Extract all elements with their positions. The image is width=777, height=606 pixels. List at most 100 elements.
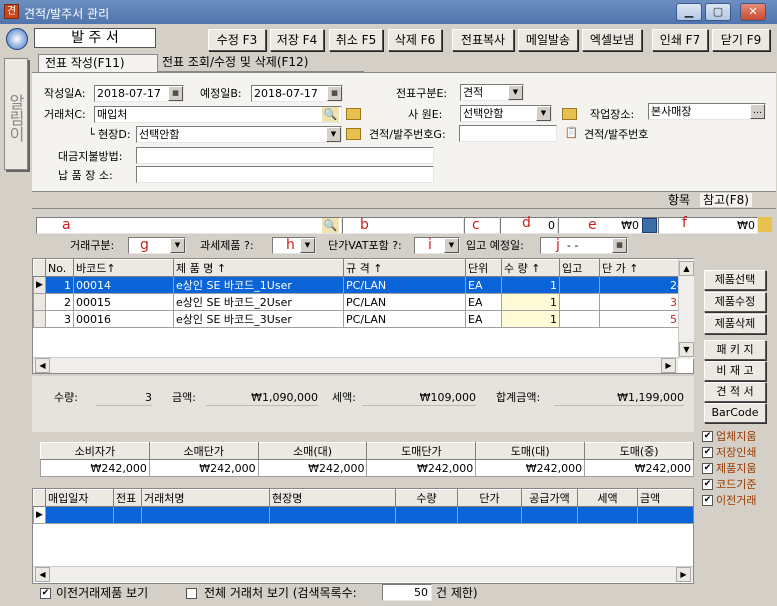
type-select[interactable]: 견적 ▼	[460, 84, 524, 101]
cell[interactable]: e상인 SE 바코드_3User	[173, 310, 344, 328]
folder-icon[interactable]	[562, 108, 577, 120]
column-header[interactable]: 제 품 명 ↑	[173, 259, 344, 277]
column-header[interactable]: 입고	[559, 259, 600, 277]
chevron-up-icon[interactable]: ▲	[679, 261, 694, 276]
table-row[interactable]: ▶	[33, 506, 693, 524]
column-header[interactable]: 현장명	[269, 489, 396, 507]
print-button[interactable]: 인쇄 F7	[652, 29, 708, 51]
checkbox-prev-trade[interactable]: ✔	[702, 495, 713, 506]
folder-icon[interactable]	[346, 128, 361, 140]
delete-button[interactable]: 삭제 F6	[388, 29, 442, 51]
delete-product-button[interactable]: 제품삭제	[704, 314, 766, 334]
site-select[interactable]: 선택안함 ▼	[136, 126, 342, 143]
package-button[interactable]: 패 키 지	[704, 340, 766, 360]
estimate-no-button[interactable]: 견적/발주번호	[584, 128, 648, 142]
checkbox-all-customers[interactable]	[186, 588, 197, 599]
non-stock-button[interactable]: 비 재 고	[704, 361, 766, 381]
cell[interactable]	[577, 506, 638, 524]
items-vertical-scrollbar[interactable]: ▲ ▼	[678, 259, 694, 359]
calendar-icon[interactable]: ▦	[612, 238, 627, 253]
chevron-down-icon[interactable]: ▼	[508, 85, 523, 100]
tab-reference[interactable]: 참고(F8)	[700, 193, 752, 207]
cell[interactable]: EA	[465, 276, 502, 294]
chevron-left-icon[interactable]: ◀	[35, 358, 50, 373]
edit-product-button[interactable]: 제품수정	[704, 292, 766, 312]
cell[interactable]	[141, 506, 270, 524]
cell[interactable]: PC/LAN	[343, 276, 466, 294]
export-excel-button[interactable]: 엑셀보냄	[582, 29, 642, 51]
cell[interactable]	[269, 506, 396, 524]
chevron-right-icon[interactable]: ▶	[676, 567, 691, 582]
cell[interactable]: 00015	[73, 293, 174, 311]
search-count-field[interactable]: 50	[382, 584, 432, 601]
cell[interactable]: PC/LAN	[343, 293, 466, 311]
entry-barcode-field[interactable]	[36, 217, 342, 234]
staff-select[interactable]: 선택안함 ▼	[460, 105, 552, 122]
chevron-left-icon[interactable]: ◀	[35, 567, 50, 582]
column-header[interactable]: 매입일자	[45, 489, 114, 507]
entry-amount-field[interactable]: ₩0	[658, 217, 758, 234]
workplace-field[interactable]: 본사매장…	[648, 103, 766, 120]
column-header[interactable]: 수 량 ↑	[501, 259, 560, 277]
chevron-down-icon[interactable]: ▼	[444, 238, 459, 253]
chevron-down-icon[interactable]: ▼	[170, 238, 185, 253]
minimize-button[interactable]: ▁	[676, 3, 702, 21]
column-header[interactable]: 단위	[465, 259, 502, 277]
cell[interactable]	[45, 506, 114, 524]
column-header[interactable]: 공급가액	[521, 489, 578, 507]
close-button[interactable]: 닫기 F9	[712, 29, 770, 51]
delivery-field[interactable]	[136, 166, 434, 183]
column-header[interactable]: 거래처명	[141, 489, 270, 507]
table-row[interactable]: 2 00015 e상인 SE 바코드_2User PC/LAN EA 1 385	[33, 293, 693, 311]
date-field[interactable]: 2018-07-17 ▦	[94, 85, 184, 102]
cell[interactable]: 2	[45, 293, 74, 311]
cell[interactable]: EA	[465, 310, 502, 328]
cancel-button[interactable]: 취소 F5	[329, 29, 383, 51]
customer-field[interactable]: 매입처	[94, 106, 342, 123]
checkbox-save-print[interactable]: ✔	[702, 447, 713, 458]
table-row[interactable]: ▶ 1 00014 e상인 SE 바코드_1User PC/LAN EA 1 2…	[33, 276, 693, 294]
folder-icon[interactable]	[758, 217, 772, 232]
column-header[interactable]: No.	[45, 259, 74, 277]
entry-price-field[interactable]: ₩0	[558, 217, 658, 234]
tab-write-slip[interactable]: 전표 작성(F11)	[38, 54, 158, 72]
calendar-icon[interactable]: ▦	[327, 86, 342, 101]
column-header[interactable]: 수량	[395, 489, 458, 507]
chevron-right-icon[interactable]: ▶	[661, 358, 676, 373]
checkbox-clear-vendor[interactable]: ✔	[702, 431, 713, 442]
cell[interactable]	[559, 310, 600, 328]
checkbox-clear-product[interactable]: ✔	[702, 463, 713, 474]
entry-unit-field[interactable]	[464, 217, 500, 234]
cell[interactable]: e상인 SE 바코드_2User	[173, 293, 344, 311]
save-button[interactable]: 저장 F4	[270, 29, 324, 51]
copy-slip-button[interactable]: 전표복사	[452, 29, 514, 51]
checkbox-code-base[interactable]: ✔	[702, 479, 713, 490]
chevron-down-icon[interactable]: ▼	[300, 238, 315, 253]
cell[interactable]: 00016	[73, 310, 174, 328]
barcode-button[interactable]: BarCode	[704, 403, 766, 423]
cell[interactable]	[395, 506, 458, 524]
estimate-no-field[interactable]	[459, 125, 557, 142]
column-header[interactable]: 금액	[637, 489, 693, 507]
folder-icon[interactable]	[346, 108, 361, 120]
cell[interactable]: PC/LAN	[343, 310, 466, 328]
in-date-field[interactable]: - - ▦	[540, 237, 628, 254]
tab-query-slip[interactable]: 전표 조회/수정 및 삭제(F12)	[158, 54, 364, 72]
cell[interactable]: 1	[501, 293, 560, 311]
cell[interactable]	[559, 293, 600, 311]
column-header[interactable]: 세액	[577, 489, 638, 507]
cell[interactable]	[457, 506, 522, 524]
cell[interactable]	[113, 506, 142, 524]
notification-panel[interactable]: 알림이	[4, 58, 28, 170]
calculator-icon[interactable]	[642, 218, 657, 233]
estimate-button[interactable]: 견 적 서	[704, 382, 766, 402]
cell[interactable]: EA	[465, 293, 502, 311]
row-selector[interactable]	[33, 293, 46, 311]
document-search-icon[interactable]: 📋	[563, 125, 580, 140]
maximize-button[interactable]: ▢	[705, 3, 731, 21]
send-mail-button[interactable]: 메일발송	[518, 29, 578, 51]
cell[interactable]: 1	[45, 276, 74, 294]
chevron-down-icon[interactable]: ▼	[679, 342, 694, 357]
vat-select[interactable]: ▼	[414, 237, 460, 254]
close-window-button[interactable]: ✕	[740, 3, 766, 21]
